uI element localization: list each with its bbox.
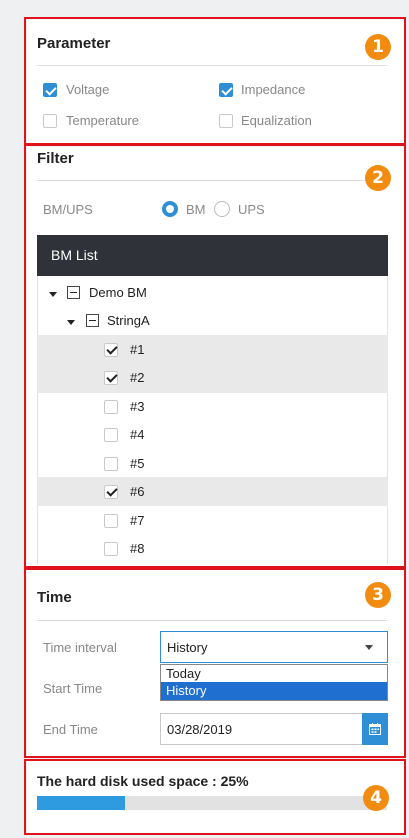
section-number-badge: 3 [365,582,391,608]
section-outline [24,568,406,758]
section-outline [24,17,406,145]
section-number-badge: 4 [363,785,389,811]
section-outline [24,144,406,568]
section-number-badge: 2 [365,165,391,191]
section-outline [24,759,406,835]
section-number-badge: 1 [365,34,391,60]
